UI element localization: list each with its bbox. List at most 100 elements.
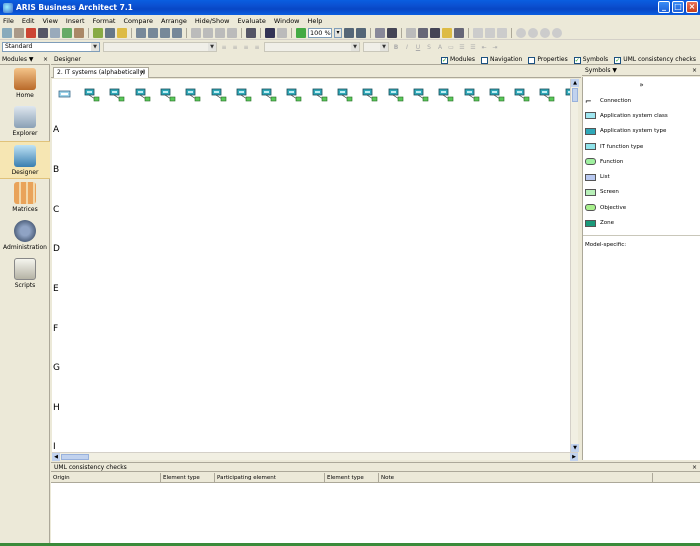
zoom-in-icon[interactable] <box>344 27 354 38</box>
checkbox-navigation[interactable]: Navigation <box>481 55 522 65</box>
menu-insert[interactable]: Insert <box>66 17 85 25</box>
font-color-icon[interactable]: A <box>436 44 444 51</box>
import-icon[interactable] <box>172 27 182 38</box>
application-system-type-icon[interactable] <box>286 88 302 102</box>
canvas-horizontal-scrollbar[interactable]: ◀ ▶ <box>52 452 578 461</box>
model-icon[interactable] <box>136 27 146 38</box>
uml-checks-close-icon[interactable]: × <box>692 463 697 473</box>
checkbox-modules[interactable]: ✓ Modules <box>441 55 475 65</box>
application-system-type-icon[interactable] <box>413 88 429 102</box>
symbol-item[interactable]: Screen <box>583 185 700 200</box>
font-select[interactable]: ▼ <box>103 42 217 52</box>
copy-icon[interactable] <box>203 27 213 38</box>
symbol-item[interactable]: IT function type <box>583 139 700 154</box>
application-system-type-icon[interactable] <box>185 88 201 102</box>
close-button[interactable]: × <box>686 1 698 13</box>
module-home[interactable]: Home <box>0 65 50 103</box>
canvas-vertical-scrollbar[interactable]: ▲ ▼ <box>570 79 579 452</box>
delete-icon[interactable] <box>227 27 237 38</box>
justify-icon[interactable]: ≡ <box>253 44 261 51</box>
application-system-type-icon[interactable] <box>438 88 454 102</box>
symbol-item[interactable]: List <box>583 169 700 184</box>
menu-hide-show[interactable]: Hide/Show <box>195 17 230 25</box>
column-header-participating-element[interactable]: Participating element <box>215 473 325 482</box>
symbol-item[interactable]: Application system class <box>583 108 700 123</box>
undo-icon[interactable] <box>265 27 275 38</box>
menu-format[interactable]: Format <box>93 17 116 25</box>
underline-button[interactable]: U <box>414 44 422 51</box>
distribute-icon[interactable] <box>485 27 495 38</box>
align-icon[interactable] <box>473 27 483 38</box>
open-icon[interactable] <box>14 27 24 38</box>
tab-it-systems[interactable]: 2. IT systems (alphabetically) × <box>53 67 149 78</box>
module-matrices[interactable]: Matrices <box>0 179 50 217</box>
column-header-note[interactable]: Note <box>379 473 653 482</box>
application-system-type-icon[interactable] <box>312 88 327 102</box>
module-designer[interactable]: Designer <box>0 141 50 179</box>
scroll-thumb[interactable] <box>61 454 89 460</box>
bold-text-icon[interactable] <box>430 27 440 38</box>
symbol-item[interactable]: Objective <box>583 200 700 215</box>
application-system-type-icon[interactable] <box>160 88 176 102</box>
column-header-element-type-2[interactable]: Element type <box>325 473 379 482</box>
align-left-icon[interactable]: ≡ <box>220 44 228 51</box>
nav-back-icon[interactable] <box>516 27 526 38</box>
scroll-thumb[interactable] <box>572 88 578 102</box>
print-preview-icon[interactable] <box>50 27 60 38</box>
tab-close-icon[interactable]: × <box>140 68 145 78</box>
grid-icon[interactable] <box>375 27 385 38</box>
module-scripts[interactable]: Scripts <box>0 255 50 293</box>
application-system-type-icon[interactable] <box>109 88 125 102</box>
paste-icon[interactable] <box>215 27 225 38</box>
strikethrough-icon[interactable]: S <box>425 44 433 51</box>
model-canvas[interactable]: A B C D E F G H I <box>52 79 570 452</box>
application-system-type-icon[interactable] <box>388 88 403 102</box>
italic-button[interactable]: I <box>403 44 411 51</box>
binoculars-icon[interactable] <box>246 27 256 38</box>
nav-next-icon[interactable] <box>540 27 550 38</box>
application-system-type-icon[interactable] <box>489 88 505 102</box>
save-icon[interactable] <box>26 27 36 38</box>
search-icon[interactable] <box>74 27 84 38</box>
modules-title[interactable]: Modules ▼ <box>2 56 33 63</box>
indent-icon[interactable]: ⇥ <box>491 44 499 51</box>
zoom-dropdown[interactable]: ▾ <box>334 27 342 38</box>
lightbulb-icon[interactable] <box>117 27 127 38</box>
symbol-item[interactable]: Zone <box>583 215 700 230</box>
new-icon[interactable] <box>2 27 12 38</box>
connection-mode-icon[interactable] <box>387 27 397 38</box>
layout-icon[interactable] <box>406 27 416 38</box>
application-system-type-icon[interactable] <box>464 88 479 102</box>
link-icon[interactable] <box>93 27 103 38</box>
scroll-right-icon[interactable]: ▶ <box>570 453 578 461</box>
numbering-icon[interactable]: ☰ <box>469 44 477 51</box>
application-system-type-icon[interactable] <box>84 88 100 102</box>
scroll-left-icon[interactable]: ◀ <box>52 453 60 461</box>
minimize-button[interactable]: _ <box>658 1 670 13</box>
menu-edit[interactable]: Edit <box>22 17 35 25</box>
application-system-type-icon[interactable] <box>236 88 252 102</box>
export-icon[interactable] <box>160 27 170 38</box>
checkbox-symbols[interactable]: ✓ Symbols <box>573 55 608 65</box>
more-symbols-icon[interactable]: » <box>583 81 700 93</box>
nav-forward-icon[interactable] <box>552 27 562 38</box>
checkbox-uml-checks[interactable]: ✓ UML consistency checks <box>614 55 696 65</box>
zoom-fit-icon[interactable] <box>296 27 306 38</box>
bold-button[interactable]: B <box>392 44 400 51</box>
zoom-input[interactable]: 100 % <box>308 27 332 38</box>
redo-icon[interactable] <box>277 27 287 38</box>
checkbox-properties[interactable]: Properties <box>528 55 568 65</box>
scroll-down-icon[interactable]: ▼ <box>571 444 579 452</box>
menu-window[interactable]: Window <box>274 17 300 25</box>
column-header-element-type[interactable]: Element type <box>161 473 215 482</box>
application-system-type-icon[interactable] <box>135 88 150 102</box>
align-center-icon[interactable]: ≡ <box>231 44 239 51</box>
group-icon[interactable] <box>497 27 507 38</box>
symbols-close-icon[interactable]: × <box>692 66 697 76</box>
application-system-type-icon[interactable] <box>514 88 530 102</box>
bullets-icon[interactable]: ☰ <box>458 44 466 51</box>
properties-icon[interactable] <box>62 27 72 38</box>
print-icon[interactable] <box>38 27 48 38</box>
menu-compare[interactable]: Compare <box>123 17 153 25</box>
font-size-select[interactable]: ▼ <box>363 42 389 52</box>
